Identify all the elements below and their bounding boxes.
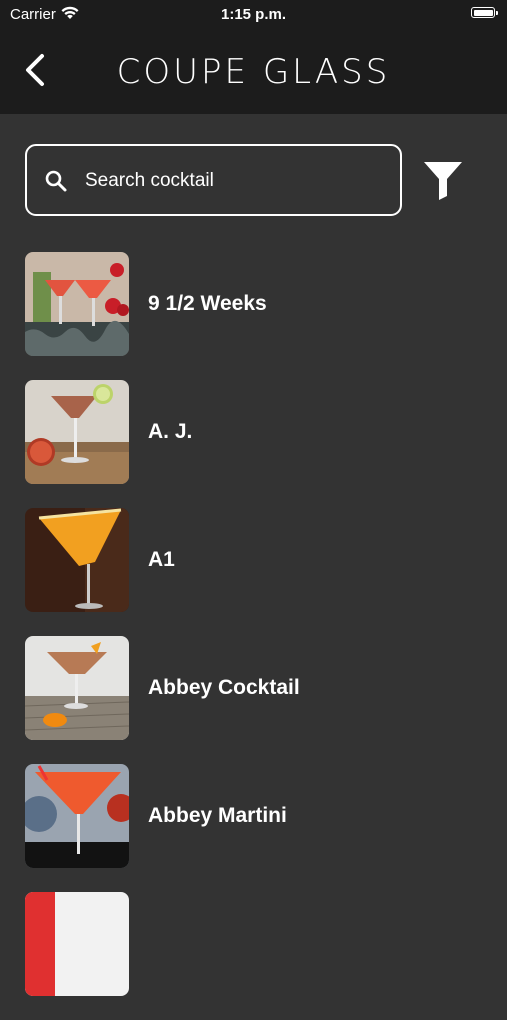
filter-icon xyxy=(424,162,462,200)
list-item[interactable]: Abbey Martini xyxy=(0,764,507,892)
filter-button[interactable] xyxy=(421,158,465,202)
cocktail-thumbnail xyxy=(25,508,129,612)
cocktail-name: A. J. xyxy=(148,420,193,443)
cocktail-name: Abbey Cocktail xyxy=(148,676,300,699)
search-icon xyxy=(43,168,69,199)
list-item[interactable]: A. J. xyxy=(0,380,507,508)
list-item[interactable]: Abbey Cocktail xyxy=(0,636,507,764)
search-box[interactable] xyxy=(25,144,402,216)
cocktail-list: 9 1/2 Weeks A. J. A1 Abbey Cocktail Abbe… xyxy=(0,252,507,1020)
navigation-bar: COUPE GLASS xyxy=(0,28,507,114)
cocktail-thumbnail xyxy=(25,380,129,484)
cocktail-name: A1 xyxy=(148,548,175,571)
list-item-partial[interactable] xyxy=(0,892,507,1020)
cocktail-thumbnail xyxy=(25,764,129,868)
battery-icon xyxy=(471,7,498,18)
status-time: 1:15 p.m. xyxy=(220,6,287,23)
status-bar: Carrier 1:15 p.m. xyxy=(0,0,507,28)
cocktail-thumbnail xyxy=(25,892,129,996)
list-item[interactable]: A1 xyxy=(0,508,507,636)
cocktail-name: Abbey Martini xyxy=(148,804,287,827)
cocktail-thumbnail xyxy=(25,252,129,356)
page-title: COUPE GLASS xyxy=(116,52,391,92)
list-item[interactable]: 9 1/2 Weeks xyxy=(0,252,507,380)
cocktail-thumbnail xyxy=(25,636,129,740)
search-input[interactable] xyxy=(83,146,387,216)
cocktail-name: 9 1/2 Weeks xyxy=(148,292,267,315)
